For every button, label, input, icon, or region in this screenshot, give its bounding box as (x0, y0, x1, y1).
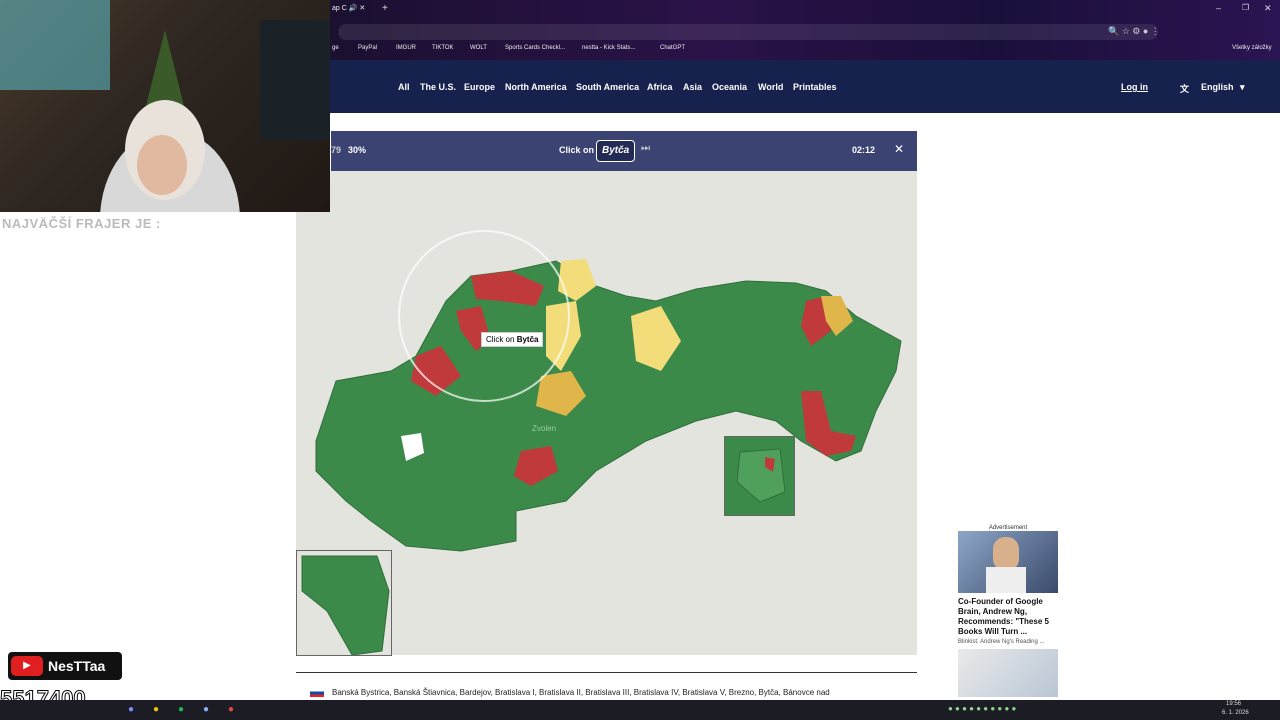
ad-person (993, 537, 1019, 571)
city-label: Zvolen (532, 424, 557, 433)
spotify-icon[interactable]: ● (178, 704, 184, 715)
webcam-feed (0, 0, 330, 212)
tooltip-prefix: Click on (486, 335, 515, 344)
tooltip: Click on Bytča (481, 332, 544, 347)
inset-svg[interactable] (297, 551, 391, 656)
address-bar[interactable] (338, 24, 1158, 40)
app-icon[interactable]: ● (228, 704, 234, 715)
clock-time: 19:56 (1226, 701, 1242, 707)
nav-printables[interactable]: Printables (793, 82, 837, 92)
nav-south-america[interactable]: South America (576, 82, 639, 92)
toolbar-icons[interactable]: 🔍 ☆ ⚙ ● ⋮ (1108, 26, 1160, 37)
bookmark[interactable]: PayPal (358, 45, 377, 51)
chrome-icon[interactable]: ● (153, 704, 159, 715)
nav-europe[interactable]: Europe (464, 82, 495, 92)
nav-world[interactable]: World (758, 82, 783, 92)
channel-badge: ▶ NesTTaa (8, 652, 122, 680)
bookmark-all[interactable]: Všetky záložky (1232, 45, 1272, 51)
minimize-icon[interactable]: – (1216, 3, 1221, 13)
ad-image-2[interactable] (958, 649, 1058, 697)
channel-name: NesTTaa (48, 658, 106, 674)
tab-strip: ap C 🔊 ✕ + – ❐ ✕ (330, 0, 1280, 20)
bookmark[interactable]: ChatGPT (660, 45, 685, 51)
overlay-text: NAJVÄČŠÍ FRAJER JE : (2, 216, 161, 231)
bookmark[interactable]: nestta - Kick Stats... (582, 45, 635, 51)
bookmark[interactable]: IMGUR (396, 45, 416, 51)
nav-asia[interactable]: Asia (683, 82, 702, 92)
ad-headline[interactable]: Co-Founder of Google Brain, Andrew Ng, R… (958, 597, 1058, 637)
inset-region[interactable] (736, 448, 786, 503)
advertisement[interactable]: Advertisement Co-Founder of Google Brain… (958, 525, 1058, 700)
score: 79 (331, 145, 342, 155)
nav-north-america[interactable]: North America (505, 82, 567, 92)
nav-oceania[interactable]: Oceania (712, 82, 747, 92)
discord-icon[interactable]: ● (128, 704, 134, 715)
steam-icon[interactable]: ● (203, 704, 209, 715)
close-icon[interactable]: ✕ (894, 142, 904, 156)
ad-image[interactable] (958, 531, 1058, 593)
inset-region[interactable] (301, 555, 390, 656)
prompt-label: Click on (559, 145, 595, 155)
taskbar: ● ● ● ● ● ● ● ● ● ● ● ● ● ● ● 19:56 6. 1… (0, 700, 1280, 720)
bookmark[interactable]: ge (332, 45, 339, 51)
youtube-icon: ▶ (11, 656, 43, 676)
inset-svg[interactable] (725, 437, 794, 515)
maximize-icon[interactable]: ❐ (1242, 3, 1249, 12)
inset-map-bratislava[interactable] (296, 550, 392, 656)
target-badge: Bytča (596, 140, 636, 162)
tooltip-target: Bytča (516, 335, 539, 344)
site-header: All The U.S. Europe North America South … (330, 60, 1280, 113)
webcam-image (0, 0, 330, 212)
nav-all[interactable]: All (398, 82, 410, 92)
active-tab[interactable]: ap C 🔊 ✕ (332, 4, 365, 12)
region-list: Banská Bystrica, Banská Štiavnica, Barde… (332, 688, 830, 697)
new-tab-icon[interactable]: + (382, 3, 388, 14)
bookmark[interactable]: Sports Cards Checkl... (505, 45, 565, 51)
nav-us[interactable]: The U.S. (420, 82, 456, 92)
nav-africa[interactable]: Africa (647, 82, 673, 92)
ad-shirt (986, 567, 1026, 593)
ad-source: Blinkist: Andrew Ng's Reading ... (958, 639, 1045, 645)
clock-date: 6. 1. 2026 (1222, 710, 1249, 716)
percent: 30% (348, 145, 367, 155)
inset-map-kosice[interactable] (724, 436, 795, 516)
bookmark[interactable]: WOLT (470, 45, 487, 51)
flag-icon (310, 689, 324, 697)
translate-icon[interactable]: 文 (1180, 82, 1189, 95)
bookmarks-bar: ge PayPal IMGUR TIKTOK WOLT Sports Cards… (330, 43, 1280, 57)
language-select[interactable]: English (1201, 82, 1234, 92)
skip-icon[interactable]: ⏭ (641, 143, 650, 154)
chevron-down-icon[interactable]: ▾ (1240, 82, 1245, 93)
close-window-icon[interactable]: ✕ (1264, 3, 1272, 14)
login-link[interactable]: Log in (1121, 82, 1148, 92)
divider (296, 672, 917, 673)
bookmark[interactable]: TIKTOK (432, 45, 454, 51)
tray-icons[interactable]: ● ● ● ● ● ● ● ● ● ● (948, 704, 1016, 713)
game-bar: 79 30% Click on Bytča ⏭ 02:12 ✕ (331, 131, 917, 171)
timer: 02:12 (852, 145, 876, 155)
